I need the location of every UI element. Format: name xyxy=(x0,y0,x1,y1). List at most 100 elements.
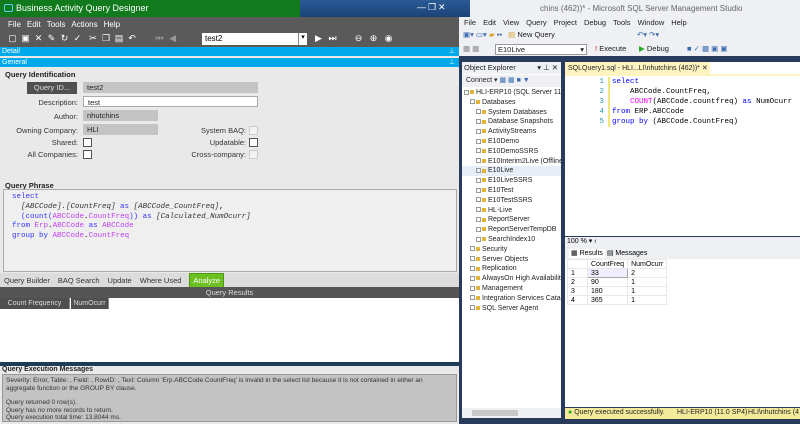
expand-icon[interactable] xyxy=(476,148,481,154)
expand-icon[interactable] xyxy=(476,119,481,125)
query-id-button[interactable]: Query ID... xyxy=(27,82,77,94)
tab-where-used[interactable]: Where Used xyxy=(140,276,182,285)
grid-cell[interactable]: 1 xyxy=(627,277,668,287)
close-tab-icon[interactable]: ✕ xyxy=(702,65,708,72)
next-record-icon[interactable]: ▶ xyxy=(312,33,325,44)
query-id-field[interactable]: test2 xyxy=(83,82,258,93)
tree-item[interactable]: Replication xyxy=(462,264,561,274)
tree-item[interactable]: Security xyxy=(462,245,561,255)
tab-analyze[interactable]: Analyze xyxy=(189,273,225,288)
attach-icon[interactable]: ✎ xyxy=(45,33,58,44)
expand-icon[interactable] xyxy=(476,236,481,242)
save-icon[interactable]: ▣ xyxy=(19,33,32,44)
menu-window[interactable]: Window xyxy=(638,18,665,27)
grid-cell[interactable]: 1 xyxy=(627,286,668,296)
record-nav-dropdown[interactable]: ▾ xyxy=(298,33,307,45)
tree-item[interactable]: SearchIndex10 xyxy=(462,235,561,245)
pin-icon[interactable]: ⊥ xyxy=(449,47,455,56)
minimize-icon[interactable]: — xyxy=(417,2,426,12)
grid-cell[interactable]: 365 xyxy=(586,295,629,305)
zoom-level[interactable]: 100 % xyxy=(567,238,587,245)
database-select[interactable]: E10Live ▾ xyxy=(495,44,587,55)
close-icon[interactable]: ▾ ⊥ ✕ xyxy=(537,63,558,72)
expand-icon[interactable] xyxy=(470,256,475,262)
tree-item[interactable]: Database Snapshots xyxy=(462,117,561,127)
expand-icon[interactable] xyxy=(470,99,475,105)
forward-icon[interactable]: ⊕ xyxy=(367,33,380,44)
prev-record-icon[interactable]: ◀ xyxy=(166,33,179,44)
copy-icon[interactable]: ❐ xyxy=(100,33,113,44)
editor-tab[interactable]: SQLQuery1.sql - HLI...LI\nhutchins (462)… xyxy=(565,62,710,74)
restore-icon[interactable]: ❐ xyxy=(428,2,436,13)
menu-debug[interactable]: Debug xyxy=(584,18,606,27)
column-numocurr[interactable]: NumOcurr xyxy=(71,298,109,309)
menu-edit[interactable]: Edit xyxy=(483,18,496,27)
shared-checkbox[interactable] xyxy=(83,138,92,147)
sql-code[interactable]: 1 select 2 ABCCode.CountFreq, 3 COUNT(ABC… xyxy=(565,77,800,127)
menu-file[interactable]: File xyxy=(8,20,21,29)
tree-item[interactable]: Databases xyxy=(462,98,561,108)
back-icon[interactable]: ⊖ xyxy=(352,33,365,44)
menu-query[interactable]: Query xyxy=(526,18,546,27)
tree-item[interactable]: ActivityStreams xyxy=(462,127,561,137)
grid-row[interactable]: 3 180 1 xyxy=(567,286,668,296)
expand-icon[interactable] xyxy=(470,266,475,271)
results-grid[interactable]: CountFreq NumOcurr 1 33 2 2 90 1 3 180 1 4 365 1 xyxy=(565,259,800,407)
scroll-thumb[interactable] xyxy=(472,410,518,416)
all-companies-checkbox[interactable] xyxy=(83,150,92,159)
last-record-icon[interactable]: ⏭ xyxy=(326,33,339,44)
expand-icon[interactable] xyxy=(476,128,481,134)
record-nav-input[interactable]: test2 xyxy=(202,33,298,45)
expand-icon[interactable] xyxy=(476,187,481,193)
tab-update[interactable]: Update xyxy=(108,276,132,285)
expand-icon[interactable] xyxy=(470,246,475,252)
expand-icon[interactable] xyxy=(476,109,481,115)
tree-item[interactable]: E10TestSSRS xyxy=(462,196,561,206)
detail-bar[interactable]: Detail ⊥ xyxy=(0,47,459,56)
expand-icon[interactable] xyxy=(476,197,481,203)
grid-cell[interactable]: 2 xyxy=(627,268,668,278)
tree-item[interactable]: HLI-ERP10 (SQL Server 11.0. xyxy=(462,88,561,98)
connect-button[interactable]: Connect xyxy=(466,77,492,84)
filter-icon[interactable]: ▦ ▦ ■ ▼ xyxy=(499,77,529,84)
grid-row[interactable]: 2 90 1 xyxy=(567,277,668,287)
grid-row[interactable]: 4 365 1 xyxy=(567,295,668,305)
menu-help[interactable]: Help xyxy=(104,20,120,29)
expand-icon[interactable] xyxy=(476,177,481,183)
grid-row[interactable]: 1 33 2 xyxy=(567,268,668,278)
menu-tools[interactable]: Tools xyxy=(47,20,66,29)
clear-icon[interactable]: ✓ xyxy=(71,33,84,44)
first-record-icon[interactable]: ⏮ xyxy=(153,33,166,44)
pin-icon[interactable]: ⊥ xyxy=(449,58,455,67)
expand-icon[interactable] xyxy=(476,158,481,164)
tree-item[interactable]: ReportServerTempDB xyxy=(462,225,561,235)
menu-file[interactable]: File xyxy=(464,18,476,27)
tree-item[interactable]: E10LiveSSRS xyxy=(462,176,561,186)
close-icon[interactable]: ✕ xyxy=(438,2,446,13)
grid-cell[interactable]: 33 xyxy=(586,268,629,278)
grid-column-header[interactable]: NumOcurr xyxy=(627,259,668,269)
tree-item[interactable]: HL-Live xyxy=(462,206,561,216)
expand-icon[interactable] xyxy=(476,138,481,144)
query-phrase-editor[interactable]: select [ABCCode].[CountFreq] as [ABCCode… xyxy=(3,189,457,272)
expand-icon[interactable] xyxy=(470,305,475,311)
expand-icon[interactable] xyxy=(476,207,481,213)
save-icon[interactable]: ▪▪ xyxy=(497,30,502,39)
tab-results[interactable]: ▦ Results xyxy=(569,249,605,258)
horizontal-scrollbar[interactable] xyxy=(462,408,561,418)
refresh-icon[interactable]: ↻ xyxy=(58,33,71,44)
grid-cell[interactable]: 180 xyxy=(586,286,629,296)
delete-icon[interactable]: ✕ xyxy=(32,33,45,44)
updatable-checkbox[interactable] xyxy=(249,138,258,147)
execute-button[interactable]: ! Execute xyxy=(595,44,626,53)
menu-view[interactable]: View xyxy=(503,18,519,27)
query-results-grid[interactable]: Count Frequency NumOcurr xyxy=(0,298,459,362)
menu-actions[interactable]: Actions xyxy=(71,20,97,29)
menu-project[interactable]: Project xyxy=(554,18,577,27)
undo-icon[interactable]: ↶ xyxy=(126,33,139,44)
tree-item[interactable]: Management xyxy=(462,284,561,294)
general-bar[interactable]: General ⊥ xyxy=(0,58,459,67)
expand-icon[interactable] xyxy=(470,295,475,301)
menu-help[interactable]: Help xyxy=(671,18,686,27)
grid-column-header[interactable]: CountFreq xyxy=(586,259,629,269)
